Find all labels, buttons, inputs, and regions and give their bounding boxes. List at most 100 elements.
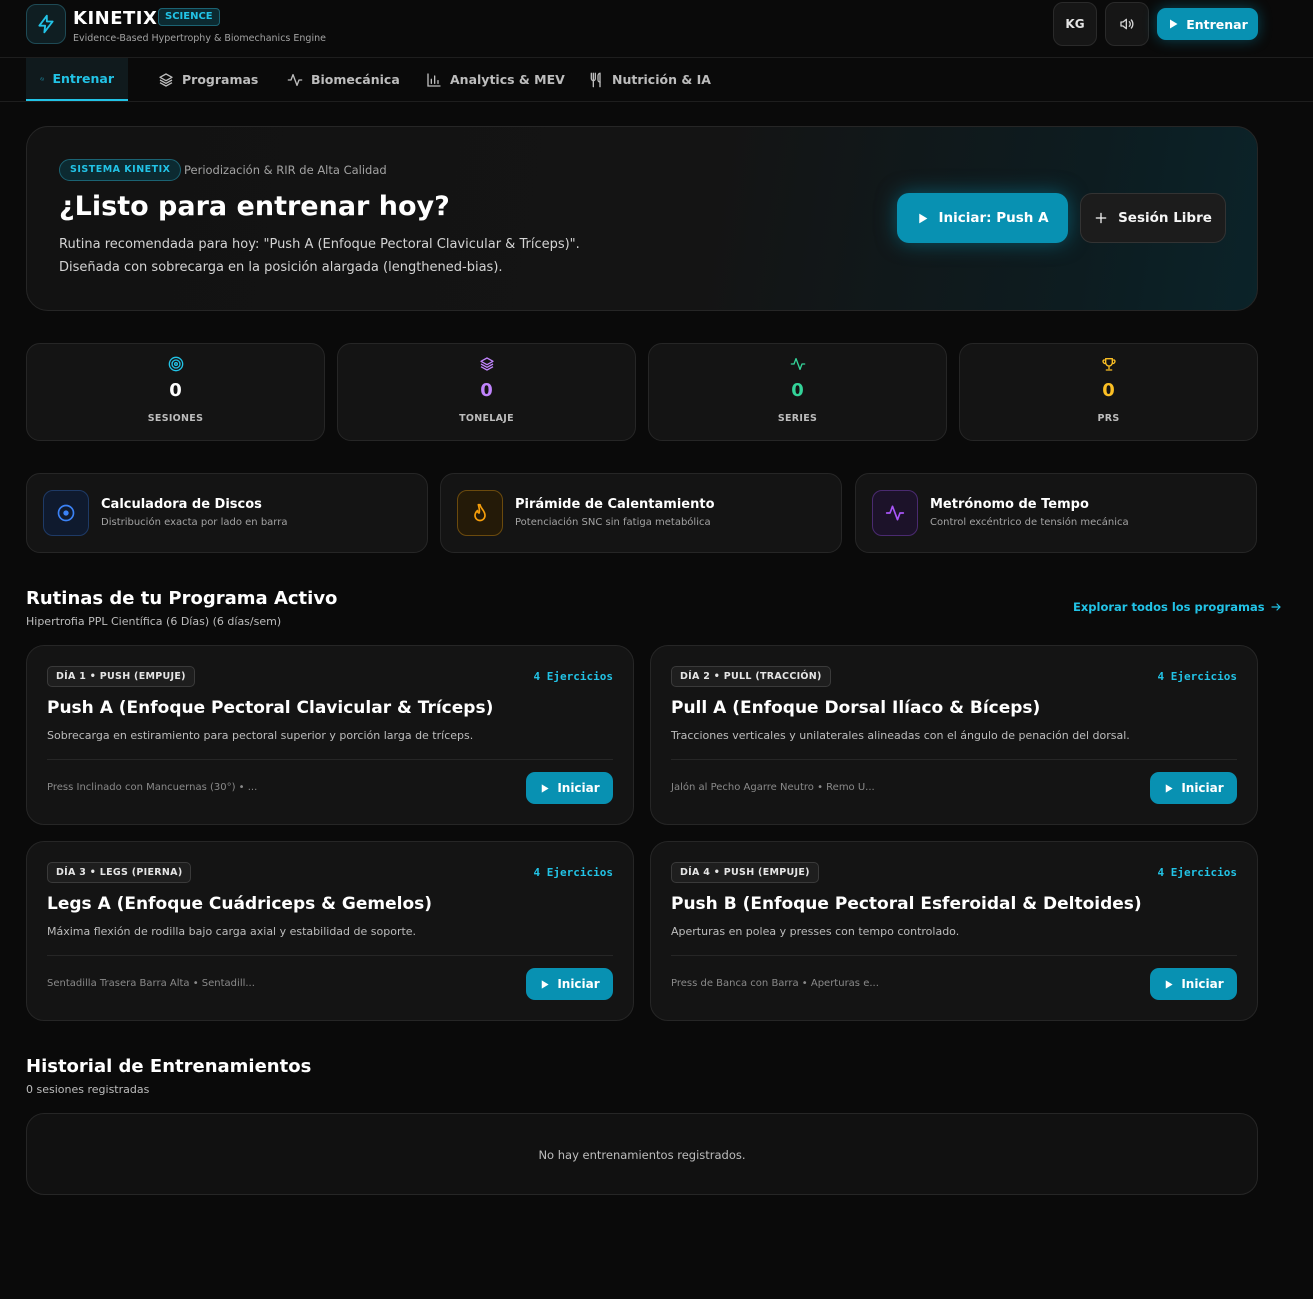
stat-label: SESIONES: [147, 413, 204, 424]
tab-programas[interactable]: Programas: [144, 58, 272, 101]
routine-title: Legs A (Enfoque Cuádriceps & Gemelos): [47, 894, 433, 914]
card-divider: [47, 759, 613, 760]
exercise-preview: Sentadilla Trasera Barra Alta • Sentadil…: [47, 978, 255, 989]
start-routine-button[interactable]: Iniciar: [526, 968, 613, 1000]
tab-analytics[interactable]: Analytics & MEV: [412, 58, 579, 101]
hero-panel: SISTEMA KINETIX Periodización & RIR de A…: [26, 126, 1258, 311]
stat-label: SERIES: [777, 413, 818, 424]
routine-title: Push A (Enfoque Pectoral Clavicular & Tr…: [47, 698, 494, 718]
routines-subtitle: Hipertrofia PPL Científica (6 Días) (6 d…: [26, 615, 282, 628]
history-subtitle: 0 sesiones registradas: [26, 1083, 150, 1096]
start-routine-label: Iniciar: [557, 781, 600, 795]
tab-label: Entrenar: [52, 71, 114, 86]
exercise-count: 4 Ejercicios: [533, 670, 613, 683]
start-routine-button[interactable]: Iniciar: [1150, 968, 1237, 1000]
routine-description: Aperturas en polea y presses con tempo c…: [671, 925, 960, 938]
layers-icon: [159, 72, 173, 87]
disc-icon: [57, 504, 75, 522]
utensils-icon: [590, 72, 601, 87]
day-badge: DÍA 4 • PUSH (EMPUJE): [671, 862, 819, 883]
tool-plate-calculator[interactable]: Calculadora de Discos Distribución exact…: [26, 473, 428, 553]
flame-icon: [474, 503, 486, 522]
stat-value: 0: [791, 380, 804, 401]
pulse-icon: [885, 505, 905, 521]
start-routine-label: Iniciar: [1181, 781, 1224, 795]
start-routine-label: Iniciar: [557, 977, 600, 991]
play-icon: [1166, 783, 1173, 793]
tool-icon-box: [457, 490, 503, 536]
stat-value: 0: [169, 380, 182, 401]
history-panel: No hay entrenamientos registrados.: [26, 1113, 1258, 1195]
brand-name: KINETIX: [73, 8, 158, 29]
tab-biomecanica[interactable]: Biomecánica: [273, 58, 414, 101]
layers-icon: [479, 357, 494, 371]
activity-icon: [790, 358, 805, 370]
routine-description: Máxima flexión de rodilla bajo carga axi…: [47, 925, 417, 938]
explore-programs-link[interactable]: Explorar todos los programas: [1073, 600, 1282, 614]
lightning-icon: [38, 14, 54, 34]
play-icon: [1166, 979, 1173, 989]
start-routine-button[interactable]: Iniciar: [526, 772, 613, 804]
target-icon: [168, 356, 183, 372]
tab-entrenar[interactable]: Entrenar: [26, 58, 128, 101]
trophy-icon: [1101, 358, 1116, 371]
app-header: KINETIX SCIENCE Evidence-Based Hypertrop…: [0, 0, 1313, 58]
start-routine-button[interactable]: Iniciar: [1150, 772, 1237, 804]
routine-card-day-2: DÍA 2 • PULL (TRACCIÓN) 4 Ejercicios Pul…: [650, 645, 1258, 825]
tool-title: Pirámide de Calentamiento: [515, 497, 715, 512]
arrow-right-icon: [1270, 603, 1281, 611]
stat-card-tonnage: 0 TONELAJE: [337, 343, 636, 441]
tool-subtitle: Potenciación SNC sin fatiga metabólica: [515, 517, 711, 528]
plus-icon: [1095, 212, 1107, 224]
explore-programs-label: Explorar todos los programas: [1073, 600, 1265, 614]
play-icon: [542, 979, 549, 989]
tool-warmup-pyramid[interactable]: Pirámide de Calentamiento Potenciación S…: [440, 473, 842, 553]
activity-icon: [287, 73, 303, 86]
day-badge: DÍA 3 • LEGS (PIERNA): [47, 862, 192, 883]
card-divider: [671, 955, 1237, 956]
tool-title: Metrónomo de Tempo: [930, 497, 1089, 512]
exercise-preview: Press de Banca con Barra • Aperturas e..…: [671, 978, 879, 989]
sound-toggle-button[interactable]: [1105, 2, 1149, 46]
exercise-count: 4 Ejercicios: [1157, 670, 1237, 683]
routine-title: Push B (Enfoque Pectoral Esferoidal & De…: [671, 894, 1142, 914]
exercise-preview: Jalón al Pecho Agarre Neutro • Remo U...: [671, 782, 875, 793]
card-divider: [47, 955, 613, 956]
brand-badge: SCIENCE: [158, 8, 220, 26]
history-title: Historial de Entrenamientos: [26, 1056, 312, 1077]
routine-card-day-3: DÍA 3 • LEGS (PIERNA) 4 Ejercicios Legs …: [26, 841, 634, 1021]
day-badge: DÍA 1 • PUSH (EMPUJE): [47, 666, 195, 687]
stat-value: 0: [1102, 380, 1115, 401]
tool-title: Calculadora de Discos: [101, 497, 262, 512]
dumbbell-icon: [40, 76, 45, 81]
tab-nutricion[interactable]: Nutrición & IA: [574, 58, 725, 101]
tool-tempo-metronome[interactable]: Metrónomo de Tempo Control excéntrico de…: [855, 473, 1257, 553]
exercise-count: 4 Ejercicios: [1157, 866, 1237, 879]
bar-chart-icon: [427, 72, 441, 87]
free-session-button[interactable]: Sesión Libre: [1080, 193, 1226, 243]
tool-subtitle: Control excéntrico de tensión mecánica: [930, 517, 1129, 528]
play-icon: [1170, 19, 1178, 29]
routine-card-day-4: DÍA 4 • PUSH (EMPUJE) 4 Ejercicios Push …: [650, 841, 1258, 1021]
hero-description: Rutina recomendada para hoy: "Push A (En…: [59, 237, 580, 275]
card-divider: [671, 759, 1237, 760]
unit-toggle-button[interactable]: KG: [1053, 2, 1097, 46]
main-tabs: Entrenar Programas Biomecánica Analytics…: [0, 58, 1313, 102]
routine-description: Sobrecarga en estiramiento para pectoral…: [47, 729, 474, 742]
tool-icon-box: [872, 490, 918, 536]
tab-label: Nutrición & IA: [612, 72, 711, 87]
play-icon: [919, 213, 928, 223]
day-badge: DÍA 2 • PULL (TRACCIÓN): [671, 666, 831, 687]
hero-badge: SISTEMA KINETIX: [59, 159, 182, 181]
logo[interactable]: [26, 4, 66, 44]
speaker-icon: [1120, 18, 1134, 30]
start-routine-label: Iniciar: [1181, 977, 1224, 991]
stat-label: TONELAJE: [459, 413, 514, 424]
tab-label: Biomecánica: [311, 72, 400, 87]
header-train-button[interactable]: Entrenar: [1157, 8, 1258, 40]
routine-card-day-1: DÍA 1 • PUSH (EMPUJE) 4 Ejercicios Push …: [26, 645, 634, 825]
stat-value: 0: [480, 380, 493, 401]
start-recommended-button[interactable]: Iniciar: Push A: [897, 193, 1068, 243]
tab-label: Analytics & MEV: [450, 72, 565, 87]
start-recommended-label: Iniciar: Push A: [938, 210, 1049, 226]
